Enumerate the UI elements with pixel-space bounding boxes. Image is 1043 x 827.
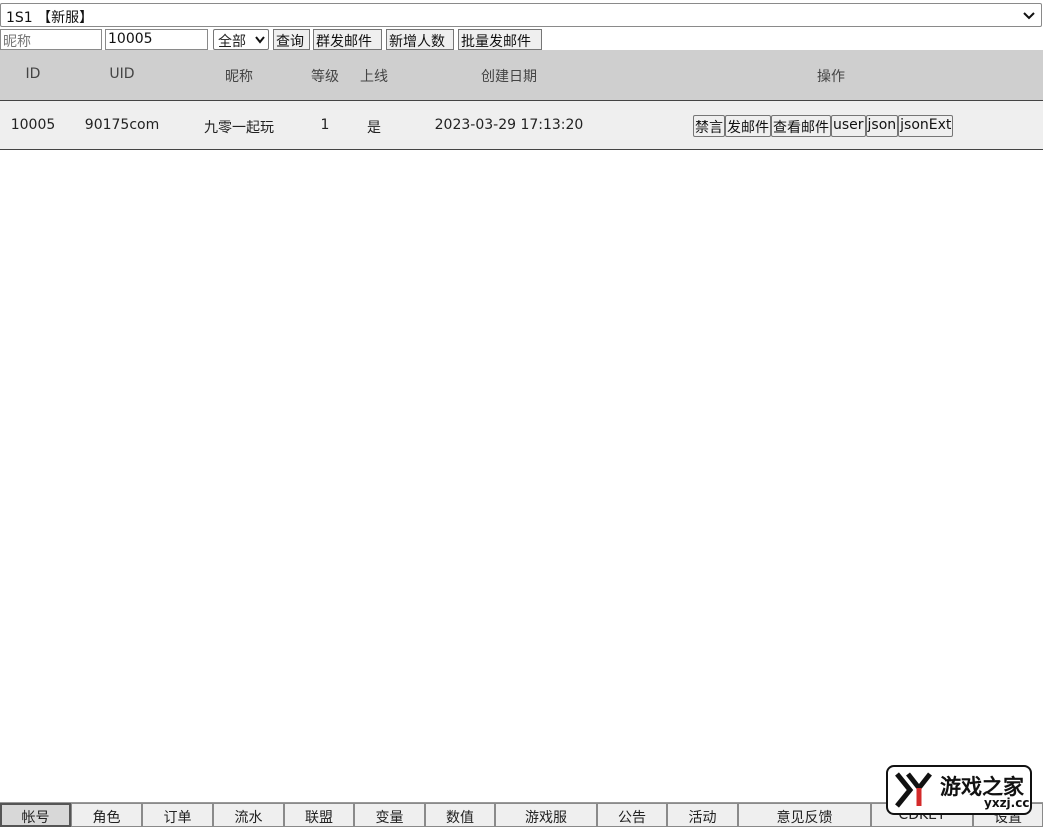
- tab-variable[interactable]: 变量: [354, 803, 425, 827]
- table-row: 10005 90175com 九零一起玩 1 是 2023-03-29 17:1…: [0, 100, 1043, 150]
- table-header: ID UID 昵称 等级 上线 创建日期 操作: [0, 50, 1043, 100]
- header-id: ID: [25, 66, 41, 82]
- tab-game-server[interactable]: 游戏服: [495, 803, 597, 827]
- tab-notice[interactable]: 公告: [597, 803, 667, 827]
- server-select-value: 1S1 【新服】: [6, 10, 94, 26]
- cell-online: 是: [367, 120, 381, 136]
- header-level: 等级: [311, 69, 339, 85]
- header-created: 创建日期: [481, 69, 537, 85]
- cell-nickname: 九零一起玩: [204, 120, 274, 136]
- tab-role[interactable]: 角色: [71, 803, 142, 827]
- tab-account[interactable]: 帐号: [0, 803, 71, 827]
- tab-flow[interactable]: 流水: [213, 803, 284, 827]
- mass-mail-button[interactable]: 群发邮件: [313, 29, 382, 50]
- search-toolbar: 昵称 10005 全部 查询 群发邮件 新增人数 批量发邮件: [0, 29, 1043, 50]
- json-button[interactable]: json: [865, 115, 899, 137]
- watermark-logo: 游戏之家 yxzj.cc: [886, 765, 1032, 815]
- tab-alliance[interactable]: 联盟: [284, 803, 354, 827]
- send-mail-button[interactable]: 发邮件: [725, 115, 771, 137]
- header-nickname: 昵称: [225, 69, 253, 85]
- query-button[interactable]: 查询: [273, 29, 310, 50]
- mute-button[interactable]: 禁言: [693, 115, 725, 137]
- nickname-input[interactable]: 昵称: [0, 29, 102, 50]
- chevron-down-icon: [255, 36, 265, 44]
- new-users-button[interactable]: 新增人数: [386, 29, 454, 50]
- header-online: 上线: [360, 69, 388, 85]
- tab-feedback[interactable]: 意见反馈: [738, 803, 871, 827]
- tab-order[interactable]: 订单: [142, 803, 213, 827]
- chevron-down-icon: [1023, 12, 1035, 20]
- cell-level: 1: [320, 117, 330, 133]
- server-select[interactable]: 1S1 【新服】: [0, 3, 1042, 27]
- tab-activity[interactable]: 活动: [667, 803, 738, 827]
- account-table: ID UID 昵称 等级 上线 创建日期 操作 10005 90175com 九…: [0, 50, 1043, 150]
- user-button[interactable]: user: [831, 115, 866, 137]
- row-actions: 禁言 发邮件 查看邮件 user json jsonExt: [693, 115, 954, 137]
- uid-input[interactable]: 10005: [105, 29, 208, 50]
- batch-mail-button[interactable]: 批量发邮件: [458, 29, 542, 50]
- json-ext-button[interactable]: jsonExt: [898, 115, 954, 137]
- filter-select[interactable]: 全部: [213, 29, 269, 50]
- tab-values[interactable]: 数值: [425, 803, 495, 827]
- yx-logo-icon: [895, 772, 932, 808]
- cell-id: 10005: [10, 117, 56, 133]
- watermark-en-text: yxzj.cc: [984, 796, 1030, 810]
- header-uid: UID: [109, 66, 135, 82]
- view-mail-button[interactable]: 查看邮件: [771, 115, 831, 137]
- filter-select-value: 全部: [218, 34, 246, 50]
- cell-created: 2023-03-29 17:13:20: [434, 117, 584, 133]
- header-actions: 操作: [817, 69, 845, 85]
- cell-uid: 90175com: [84, 117, 160, 133]
